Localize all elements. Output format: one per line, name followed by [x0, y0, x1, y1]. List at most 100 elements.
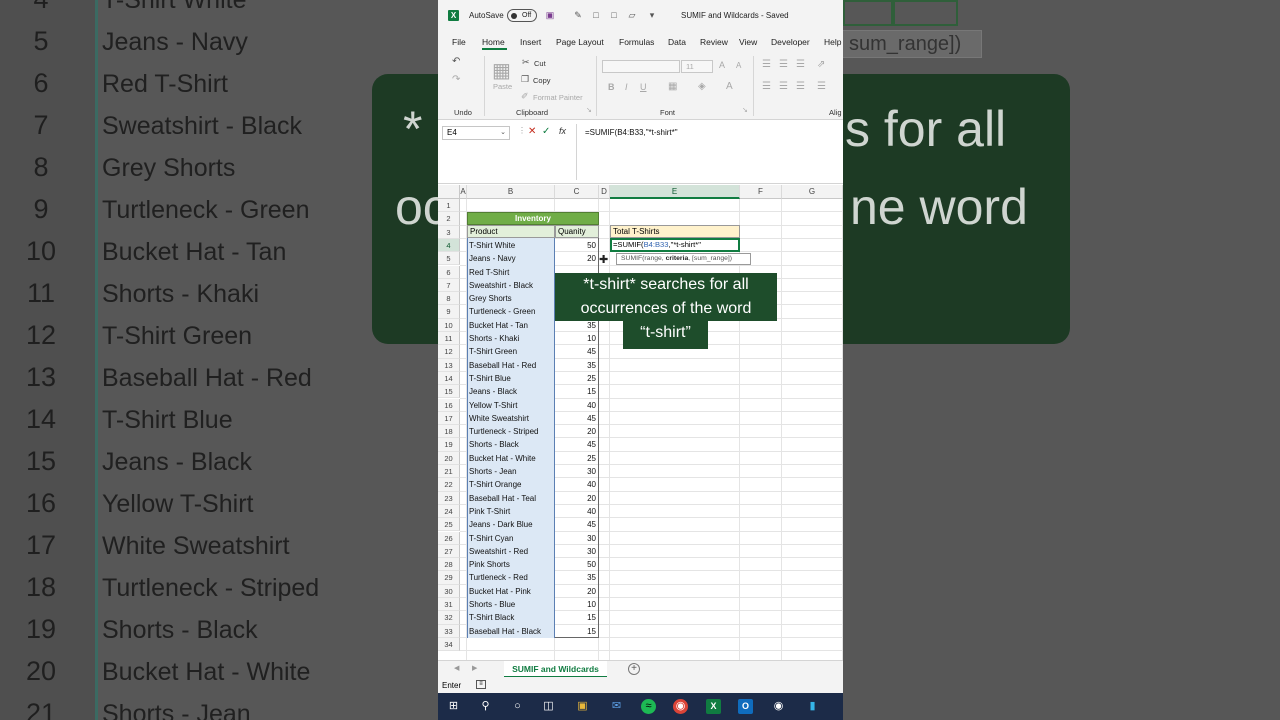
quantity-cell[interactable]: 25	[555, 452, 598, 465]
product-cell[interactable]: T-Shirt Black	[469, 611, 555, 624]
row-header-1[interactable]: 1	[438, 199, 460, 213]
paste-icon[interactable]: ▦	[492, 58, 511, 83]
autosave-toggle[interactable]: Off	[507, 9, 537, 22]
row-header-22[interactable]: 22	[438, 478, 460, 492]
tab-formulas[interactable]: Formulas	[619, 37, 654, 47]
increase-font-icon[interactable]: A	[719, 60, 725, 70]
inventory-header[interactable]: Inventory	[467, 212, 599, 225]
quantity-cell[interactable]: 40	[555, 478, 598, 491]
product-cell[interactable]: Sweatshirt - Black	[469, 279, 555, 292]
align-center-icon[interactable]: ☰	[779, 81, 788, 92]
row-header-31[interactable]: 31	[438, 598, 460, 612]
product-cell[interactable]: Pink T-Shirt	[469, 505, 555, 518]
cancel-icon[interactable]: ✕	[528, 126, 536, 137]
undo-icon[interactable]: ↶	[452, 56, 460, 67]
product-cell[interactable]: T-Shirt Green	[469, 345, 555, 358]
quantity-cell[interactable]: 45	[555, 438, 598, 451]
row-header-9[interactable]: 9	[438, 305, 460, 319]
cut-icon[interactable]: ✂	[522, 57, 530, 68]
row-header-8[interactable]: 8	[438, 292, 460, 306]
format-painter-icon[interactable]: ✐	[521, 91, 529, 102]
product-cell[interactable]: Sweatshirt - Red	[469, 545, 555, 558]
task-view-icon[interactable]: ◫	[541, 699, 556, 714]
product-cell[interactable]: Baseball Hat - Red	[469, 359, 555, 372]
print-preview-icon[interactable]: □	[608, 9, 620, 21]
windows-start-icon[interactable]: ⊞	[446, 699, 461, 714]
tab-page-layout[interactable]: Page Layout	[556, 37, 604, 47]
align-right-icon[interactable]: ☰	[796, 81, 805, 92]
product-cell[interactable]: T-Shirt Cyan	[469, 532, 555, 545]
excel-taskbar-icon[interactable]: X	[706, 699, 721, 714]
chrome-icon[interactable]: ◉	[673, 699, 688, 714]
quantity-cell[interactable]: 35	[555, 359, 598, 372]
quantity-cell[interactable]: 30	[555, 532, 598, 545]
select-all-corner[interactable]	[438, 185, 460, 199]
row-header-12[interactable]: 12	[438, 345, 460, 359]
tab-file[interactable]: File	[452, 37, 466, 47]
row-header-33[interactable]: 33	[438, 624, 460, 638]
indent-icon[interactable]: ☰	[817, 81, 826, 92]
row-header-34[interactable]: 34	[438, 637, 460, 652]
align-top-icon[interactable]: ☰	[762, 59, 771, 70]
row-header-27[interactable]: 27	[438, 544, 460, 559]
quantity-cell[interactable]: 20	[555, 585, 598, 598]
bold-icon[interactable]: B	[608, 82, 615, 92]
quantity-cell[interactable]: 15	[555, 611, 598, 624]
cortana-icon[interactable]: ○	[510, 699, 525, 714]
row-header-17[interactable]: 17	[438, 411, 460, 426]
file-explorer-icon[interactable]: ▣	[575, 699, 590, 714]
row-header-11[interactable]: 11	[438, 332, 460, 346]
product-cell[interactable]: T-Shirt White	[469, 239, 555, 252]
product-cell[interactable]: T-Shirt Blue	[469, 372, 555, 385]
tab-view[interactable]: View	[739, 37, 757, 47]
font-color-icon[interactable]: A	[726, 81, 733, 92]
align-left-icon[interactable]: ☰	[762, 81, 771, 92]
quantity-cell[interactable]: 45	[555, 412, 598, 425]
column-header-f[interactable]: F	[740, 185, 782, 199]
decrease-font-icon[interactable]: A	[736, 61, 741, 70]
search-icon[interactable]: ⚲	[478, 699, 493, 714]
copy-label[interactable]: Copy	[533, 76, 551, 85]
product-cell[interactable]: Shorts - Jean	[469, 465, 555, 478]
quantity-cell[interactable]: 20	[555, 492, 598, 505]
quantity-cell[interactable]: 20	[555, 425, 598, 438]
product-cell[interactable]: T-Shirt Orange	[469, 478, 555, 491]
tab-insert[interactable]: Insert	[520, 37, 541, 47]
column-header-c[interactable]: C	[555, 185, 599, 199]
row-header-30[interactable]: 30	[438, 584, 460, 598]
row-header-4[interactable]: 4	[438, 238, 460, 253]
product-cell[interactable]: Bucket Hat - Pink	[469, 585, 555, 598]
row-header-7[interactable]: 7	[438, 278, 460, 293]
row-header-19[interactable]: 19	[438, 438, 460, 452]
quantity-cell[interactable]: 50	[555, 558, 598, 571]
column-header-g[interactable]: G	[782, 185, 843, 199]
product-cell[interactable]: Shorts - Blue	[469, 598, 555, 611]
name-box[interactable]: E4 ⌄	[442, 126, 510, 140]
quantity-header[interactable]: Quanity	[555, 225, 599, 238]
row-header-6[interactable]: 6	[438, 265, 460, 279]
total-tshirts-label[interactable]: Total T-Shirts	[610, 225, 740, 238]
quantity-cell[interactable]: 45	[555, 518, 598, 531]
column-header-b[interactable]: B	[467, 185, 555, 199]
borders-icon[interactable]: ▦	[668, 81, 677, 92]
enter-check-icon[interactable]: ✓	[542, 126, 550, 137]
copy-icon[interactable]: ❐	[521, 74, 529, 85]
product-cell[interactable]: Red T-Shirt	[469, 266, 555, 279]
product-cell[interactable]: Bucket Hat - Tan	[469, 319, 555, 332]
quantity-cell[interactable]: 30	[555, 465, 598, 478]
product-cell[interactable]: White Sweatshirt	[469, 412, 555, 425]
quantity-cell[interactable]: 15	[555, 385, 598, 398]
row-header-14[interactable]: 14	[438, 371, 460, 386]
row-header-15[interactable]: 15	[438, 385, 460, 399]
quantity-cell[interactable]: 45	[555, 345, 598, 358]
column-header-e[interactable]: E	[610, 185, 740, 199]
new-file-icon[interactable]: □	[590, 9, 602, 21]
accessibility-icon[interactable]: ≡	[476, 680, 486, 689]
customize-toolbar-chevron-icon[interactable]: ▾	[646, 9, 658, 21]
column-header-a[interactable]: A	[460, 185, 467, 199]
row-header-24[interactable]: 24	[438, 504, 460, 519]
quantity-cell[interactable]: 30	[555, 545, 598, 558]
quantity-cell[interactable]: 15	[555, 625, 598, 638]
column-header-d[interactable]: D	[599, 185, 610, 199]
row-header-23[interactable]: 23	[438, 491, 460, 505]
